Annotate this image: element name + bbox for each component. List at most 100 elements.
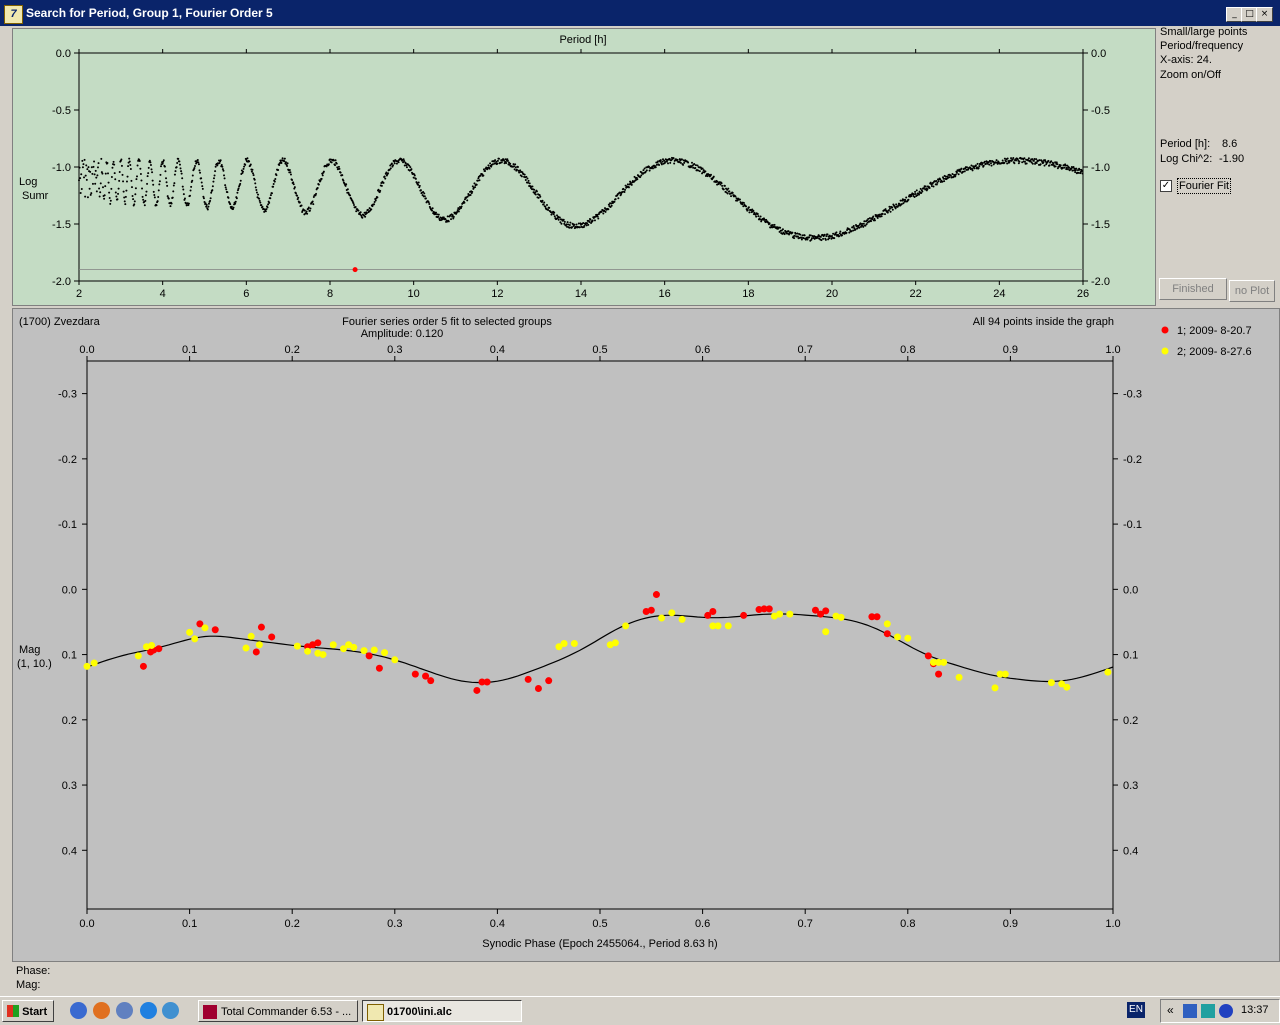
lightcurve-point-group2[interactable] (837, 613, 845, 621)
lightcurve-point-group1[interactable] (252, 648, 260, 656)
quicklaunch-app-icon[interactable] (162, 1002, 179, 1019)
lightcurve-point-group2[interactable] (381, 649, 389, 657)
lightcurve-point-group2[interactable] (329, 641, 337, 649)
lightcurve-point-group2[interactable] (247, 632, 255, 640)
finished-button[interactable]: Finished (1159, 278, 1227, 300)
lightcurve-point-group1[interactable] (935, 670, 943, 678)
lightcurve-point-group1[interactable] (257, 623, 265, 631)
bluetooth-icon[interactable] (1219, 1004, 1233, 1018)
lightcurve-point-group1[interactable] (883, 630, 891, 638)
period-frequency-option[interactable]: Period/frequency (1160, 39, 1243, 53)
periodogram-point (212, 177, 215, 180)
language-indicator[interactable]: EN (1127, 1002, 1145, 1018)
periodogram-panel[interactable]: 2 4 6 8 10 12 14 16 18 20 22 24 26 0.0 0.0 -0.5 -0.5 -1.0… (12, 28, 1156, 306)
firefox-icon[interactable] (93, 1002, 110, 1019)
lightcurve-point-group2[interactable] (90, 659, 98, 667)
lightcurve-point-group2[interactable] (904, 634, 912, 642)
lightcurve-point-group2[interactable] (570, 639, 578, 647)
lightcurve-point-group2[interactable] (148, 641, 156, 649)
lightcurve-point-group1[interactable] (268, 633, 276, 641)
start-button[interactable]: Start (2, 1000, 54, 1022)
lightcurve-point-group2[interactable] (560, 639, 568, 647)
fourier-fit-label[interactable]: Fourier Fit (1177, 178, 1232, 194)
lightcurve-point-group2[interactable] (776, 610, 784, 618)
periodogram-point (614, 198, 617, 201)
lightcurve-point-group2[interactable] (658, 614, 666, 622)
lightcurve-point-group1[interactable] (211, 626, 219, 634)
lightcurve-point-group1[interactable] (427, 677, 435, 685)
lightcurve-point-group2[interactable] (201, 624, 209, 632)
lightcurve-point-group2[interactable] (134, 652, 142, 660)
title-bar[interactable]: 7 Search for Period, Group 1, Fourier Or… (0, 0, 1280, 26)
lightcurve-point-group2[interactable] (350, 643, 358, 651)
lightcurve-point-group1[interactable] (139, 662, 147, 670)
lightcurve-point-group1[interactable] (365, 652, 373, 660)
lightcurve-point-group2[interactable] (370, 646, 378, 654)
lightcurve-point-group1[interactable] (534, 684, 542, 692)
lightcurve-point-group2[interactable] (678, 615, 686, 623)
periodogram-chart[interactable]: 2 4 6 8 10 12 14 16 18 20 22 24 260.0 0.0-0.5 -0.5-1.0… (13, 29, 1155, 305)
best-period-marker[interactable] (352, 267, 358, 273)
lightcurve-point-group2[interactable] (391, 656, 399, 664)
lightcurve-point-group2[interactable] (191, 635, 199, 643)
lightcurve-point-group1[interactable] (822, 607, 830, 615)
show-desktop-icon[interactable] (70, 1002, 87, 1019)
lightcurve-point-group2[interactable] (822, 628, 830, 636)
browser-icon[interactable] (116, 1002, 133, 1019)
lightcurve-point-group2[interactable] (883, 620, 891, 628)
clock[interactable]: 13:37 (1241, 1004, 1269, 1016)
lightcurve-point-group1[interactable] (647, 606, 655, 614)
lightcurve-point-group2[interactable] (1001, 670, 1009, 678)
lightcurve-point-group2[interactable] (724, 622, 732, 630)
tray-expand-icon[interactable]: « (1167, 1003, 1174, 1017)
lightcurve-panel[interactable]: 0.0 0.0 0.1 0.1 0.2 0.2 0.3 0.3 0.4 0.4 0.5 0.5 0.6 0… (12, 308, 1280, 962)
lightcurve-point-group2[interactable] (1047, 679, 1055, 687)
lightcurve-point-group2[interactable] (255, 641, 263, 649)
lightcurve-point-group2[interactable] (1063, 683, 1071, 691)
lightcurve-point-group2[interactable] (242, 644, 250, 652)
close-button[interactable]: × (1256, 7, 1273, 22)
lightcurve-point-group1[interactable] (765, 605, 773, 613)
lightcurve-point-group1[interactable] (155, 645, 163, 653)
lightcurve-point-group2[interactable] (360, 647, 368, 655)
task-total-commander[interactable]: Total Commander 6.53 - ... (198, 1000, 358, 1022)
lightcurve-point-group1[interactable] (873, 613, 881, 621)
lightcurve-point-group2[interactable] (1104, 668, 1112, 676)
no-plot-button[interactable]: no Plot (1229, 280, 1275, 302)
lightcurve-point-group1[interactable] (524, 675, 532, 683)
tray-app-icon[interactable] (1201, 1004, 1215, 1018)
lightcurve-point-group1[interactable] (740, 611, 748, 619)
lightcurve-point-group1[interactable] (924, 652, 932, 660)
lightcurve-point-group2[interactable] (293, 642, 301, 650)
lightcurve-point-group2[interactable] (714, 622, 722, 630)
lightcurve-point-group2[interactable] (319, 651, 327, 659)
x-axis-option[interactable]: X-axis: 24. (1160, 53, 1212, 67)
lightcurve-point-group1[interactable] (652, 591, 660, 599)
zoom-toggle-option[interactable]: Zoom on/Off (1160, 68, 1221, 82)
internet-explorer-icon[interactable] (140, 1002, 157, 1019)
lightcurve-point-group1[interactable] (314, 639, 322, 647)
lightcurve-point-group2[interactable] (668, 609, 676, 617)
lightcurve-point-group2[interactable] (786, 610, 794, 618)
small-large-points-option[interactable]: Small/large points (1160, 25, 1247, 39)
lightcurve-point-group2[interactable] (955, 673, 963, 681)
lightcurve-point-group1[interactable] (545, 677, 553, 685)
lightcurve-point-group2[interactable] (940, 658, 948, 666)
lightcurve-point-group2[interactable] (186, 628, 194, 636)
lightcurve-point-group2[interactable] (622, 622, 630, 630)
lightcurve-point-group2[interactable] (611, 639, 619, 647)
periodogram-point (1025, 162, 1028, 165)
task-mpo-canopus[interactable]: 01700\ini.alc (362, 1000, 522, 1022)
network-icon[interactable] (1183, 1004, 1197, 1018)
lightcurve-point-group1[interactable] (709, 608, 717, 616)
lightcurve-point-group2[interactable] (894, 633, 902, 641)
lightcurve-point-group1[interactable] (483, 678, 491, 686)
fourier-fit-checkbox[interactable]: ✓ (1160, 180, 1172, 192)
lightcurve-chart[interactable]: 0.0 0.0 0.1 0.1 0.2 0.2 0.3 0.3 0.4 0.4 0.5 0.5 0.6 0… (13, 309, 1279, 961)
lightcurve-point-group1[interactable] (411, 670, 419, 678)
lightcurve-point-group1[interactable] (473, 686, 481, 694)
lightcurve-point-group2[interactable] (83, 662, 91, 670)
lightcurve-point-group2[interactable] (304, 647, 312, 655)
lightcurve-point-group1[interactable] (375, 664, 383, 672)
lightcurve-point-group2[interactable] (991, 684, 999, 692)
